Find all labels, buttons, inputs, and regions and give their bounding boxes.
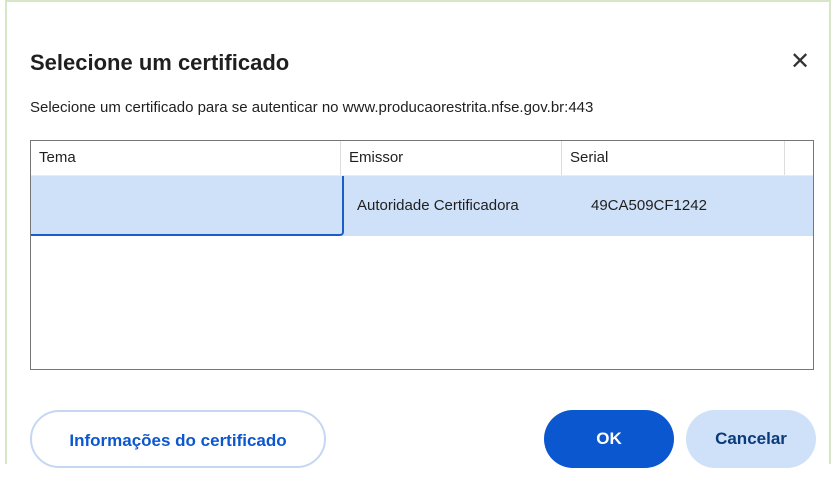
column-header-serial[interactable]: Serial	[562, 141, 785, 175]
cell-serial: 49CA509CF1242	[591, 197, 707, 214]
dialog-subtitle: Selecione um certificado para se autenti…	[30, 99, 594, 116]
cell-tema	[39, 236, 329, 296]
table-row[interactable]: Autoridade Certificadora 49CA509CF1242	[31, 176, 813, 236]
cell-serial	[591, 236, 771, 296]
ok-button[interactable]: OK	[544, 410, 674, 468]
cell-tema	[39, 176, 329, 236]
certificate-info-button[interactable]: Informações do certificado	[30, 410, 326, 468]
cell-emissor: Autoridade Certificadora	[357, 197, 519, 214]
dialog-title: Selecione um certificado	[30, 50, 290, 75]
certificate-table: Tema Emissor Serial Autoridade Certifica…	[30, 140, 814, 370]
table-row[interactable]	[31, 236, 813, 296]
column-header-tema[interactable]: Tema	[31, 141, 341, 175]
column-header-emissor[interactable]: Emissor	[341, 141, 562, 175]
table-header: Tema Emissor Serial	[31, 141, 813, 176]
cancel-button[interactable]: Cancelar	[686, 410, 816, 468]
close-icon[interactable]: ✕	[782, 44, 818, 80]
cell-emissor	[357, 236, 555, 296]
